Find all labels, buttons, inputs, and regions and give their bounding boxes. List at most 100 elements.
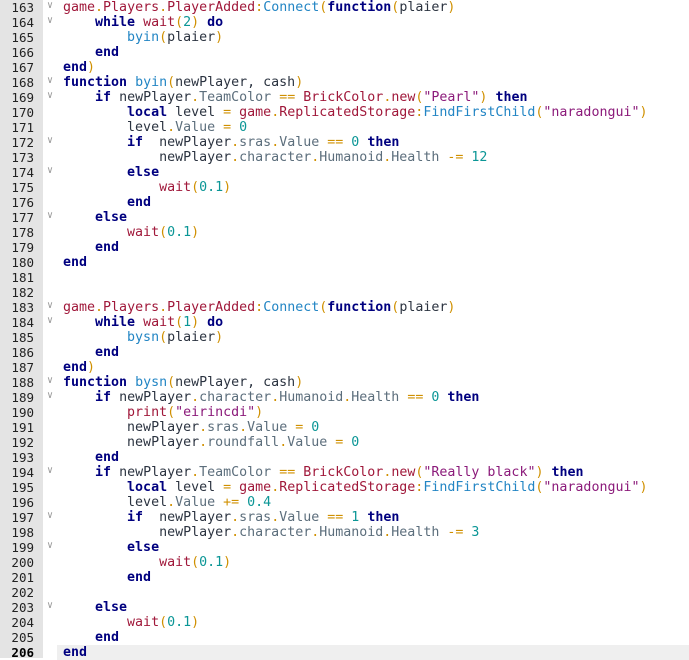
- code-text[interactable]: local level = game.ReplicatedStorage:Fin…: [57, 480, 689, 495]
- code-text[interactable]: end): [57, 360, 689, 375]
- code-line[interactable]: 183 ∨ game.Players.PlayerAdded:Connect(fun…: [0, 300, 689, 315]
- code-line[interactable]: 204 wait(0.1): [0, 615, 689, 630]
- code-line[interactable]: 173 newPlayer.character.Humanoid.Health …: [0, 150, 689, 165]
- code-text[interactable]: wait(0.1): [57, 555, 689, 570]
- code-line[interactable]: 171 level.Value = 0: [0, 120, 689, 135]
- fold-chevron-icon[interactable]: ∨: [44, 133, 56, 148]
- code-text[interactable]: else: [57, 210, 689, 225]
- code-line[interactable]: 177 ∨ else: [0, 210, 689, 225]
- code-text[interactable]: while wait(1) do: [57, 315, 689, 330]
- code-line[interactable]: 184 ∨ while wait(1) do: [0, 315, 689, 330]
- code-line[interactable]: 163 ∨ game.Players.PlayerAdded:Connect(fun…: [0, 0, 689, 15]
- code-line[interactable]: 188 ∨ function bysn(newPlayer, cash): [0, 375, 689, 390]
- code-line[interactable]: 200 wait(0.1): [0, 555, 689, 570]
- code-text[interactable]: print("eirincdi"): [57, 405, 689, 420]
- fold-chevron-icon[interactable]: ∨: [44, 73, 56, 88]
- code-text[interactable]: end: [57, 345, 689, 360]
- code-line[interactable]: 189 ∨ if newPlayer.character.Humanoid.Hea…: [0, 390, 689, 405]
- fold-chevron-icon[interactable]: ∨: [44, 208, 56, 223]
- code-text[interactable]: end: [57, 570, 689, 585]
- fold-chevron-icon[interactable]: ∨: [44, 163, 56, 178]
- code-text[interactable]: end: [57, 630, 689, 645]
- fold-chevron-icon[interactable]: ∨: [44, 388, 56, 403]
- code-line[interactable]: 199 ∨ else: [0, 540, 689, 555]
- code-text[interactable]: level.Value += 0.4: [57, 495, 689, 510]
- code-text[interactable]: if newPlayer.sras.Value == 1 then: [57, 510, 689, 525]
- code-line[interactable]: 198 newPlayer.character.Humanoid.Health …: [0, 525, 689, 540]
- code-text[interactable]: else: [57, 540, 689, 555]
- code-line[interactable]: 179 end: [0, 240, 689, 255]
- code-line[interactable]: 172 ∨ if newPlayer.sras.Value == 0 then: [0, 135, 689, 150]
- code-line[interactable]: 197 ∨ if newPlayer.sras.Value == 1 then: [0, 510, 689, 525]
- code-line[interactable]: 205 end: [0, 630, 689, 645]
- code-text[interactable]: end: [57, 450, 689, 465]
- code-text[interactable]: newPlayer.sras.Value = 0: [57, 420, 689, 435]
- code-line[interactable]: 195 local level = game.ReplicatedStorage…: [0, 480, 689, 495]
- code-line[interactable]: 202: [0, 585, 689, 600]
- code-line[interactable]: 182: [0, 285, 689, 300]
- fold-chevron-icon[interactable]: ∨: [44, 0, 56, 13]
- code-text[interactable]: if newPlayer.character.Humanoid.Health =…: [57, 390, 689, 405]
- fold-chevron-icon[interactable]: ∨: [44, 13, 56, 28]
- code-text[interactable]: end: [57, 240, 689, 255]
- code-line[interactable]: 174 ∨ else: [0, 165, 689, 180]
- fold-chevron-icon[interactable]: ∨: [44, 373, 56, 388]
- code-text[interactable]: game.Players.PlayerAdded:Connect(functio…: [57, 300, 689, 315]
- code-line[interactable]: 167 end): [0, 60, 689, 75]
- code-line[interactable]: 201 end: [0, 570, 689, 585]
- code-text[interactable]: end: [57, 255, 689, 270]
- code-line[interactable]: 187 end): [0, 360, 689, 375]
- fold-chevron-icon[interactable]: ∨: [44, 313, 56, 328]
- code-line[interactable]: 196 level.Value += 0.4: [0, 495, 689, 510]
- code-line[interactable]: 193 end: [0, 450, 689, 465]
- code-text[interactable]: else: [57, 165, 689, 180]
- code-line[interactable]: 170 local level = game.ReplicatedStorage…: [0, 105, 689, 120]
- code-line[interactable]: 185 bysn(plaier): [0, 330, 689, 345]
- code-token: 0: [351, 435, 360, 450]
- code-line[interactable]: 175 wait(0.1): [0, 180, 689, 195]
- code-line[interactable]: 190 print("eirincdi"): [0, 405, 689, 420]
- code-text[interactable]: newPlayer.roundfall.Value = 0: [57, 435, 689, 450]
- fold-chevron-icon[interactable]: ∨: [44, 508, 56, 523]
- code-text[interactable]: newPlayer.character.Humanoid.Health -= 1…: [57, 150, 689, 165]
- code-text[interactable]: bysn(plaier): [57, 330, 689, 345]
- fold-chevron-icon[interactable]: ∨: [44, 298, 56, 313]
- code-line[interactable]: 166 end: [0, 45, 689, 60]
- code-line[interactable]: 169 ∨ if newPlayer.TeamColor == BrickColo…: [0, 90, 689, 105]
- code-text[interactable]: local level = game.ReplicatedStorage:Fin…: [57, 105, 689, 120]
- fold-chevron-icon[interactable]: ∨: [44, 538, 56, 553]
- code-text[interactable]: function byin(newPlayer, cash): [57, 75, 689, 90]
- code-text[interactable]: if newPlayer.TeamColor == BrickColor.new…: [57, 465, 689, 480]
- code-text[interactable]: if newPlayer.TeamColor == BrickColor.new…: [57, 90, 689, 105]
- code-text[interactable]: if newPlayer.sras.Value == 0 then: [57, 135, 689, 150]
- code-text[interactable]: end: [57, 195, 689, 210]
- code-line[interactable]: 194 ∨ if newPlayer.TeamColor == BrickColo…: [0, 465, 689, 480]
- code-text[interactable]: level.Value = 0: [57, 120, 689, 135]
- code-text[interactable]: wait(0.1): [57, 180, 689, 195]
- code-line[interactable]: 168 ∨ function byin(newPlayer, cash): [0, 75, 689, 90]
- code-line[interactable]: 192 newPlayer.roundfall.Value = 0: [0, 435, 689, 450]
- code-text[interactable]: else: [57, 600, 689, 615]
- code-text[interactable]: while wait(2) do: [57, 15, 689, 30]
- code-line[interactable]: 186 end: [0, 345, 689, 360]
- code-line[interactable]: 181: [0, 270, 689, 285]
- code-text[interactable]: game.Players.PlayerAdded:Connect(functio…: [57, 0, 689, 15]
- code-line[interactable]: 180 end: [0, 255, 689, 270]
- fold-chevron-icon[interactable]: ∨: [44, 463, 56, 478]
- code-text[interactable]: wait(0.1): [57, 225, 689, 240]
- code-text[interactable]: newPlayer.character.Humanoid.Health -= 3: [57, 525, 689, 540]
- code-line[interactable]: 164 ∨ while wait(2) do: [0, 15, 689, 30]
- code-text[interactable]: end): [57, 60, 689, 75]
- code-line[interactable]: 203 ∨ else: [0, 600, 689, 615]
- code-text[interactable]: end: [57, 45, 689, 60]
- code-editor[interactable]: 163 ∨ game.Players.PlayerAdded:Connect(fun…: [0, 0, 689, 660]
- code-text[interactable]: wait(0.1): [57, 615, 689, 630]
- code-line[interactable]: 191 newPlayer.sras.Value = 0: [0, 420, 689, 435]
- fold-chevron-icon[interactable]: ∨: [44, 598, 56, 613]
- code-line[interactable]: 178 wait(0.1): [0, 225, 689, 240]
- code-text[interactable]: function bysn(newPlayer, cash): [57, 375, 689, 390]
- code-line[interactable]: 176 end: [0, 195, 689, 210]
- code-line[interactable]: 165 byin(plaier): [0, 30, 689, 45]
- code-text[interactable]: byin(plaier): [57, 30, 689, 45]
- fold-chevron-icon[interactable]: ∨: [44, 88, 56, 103]
